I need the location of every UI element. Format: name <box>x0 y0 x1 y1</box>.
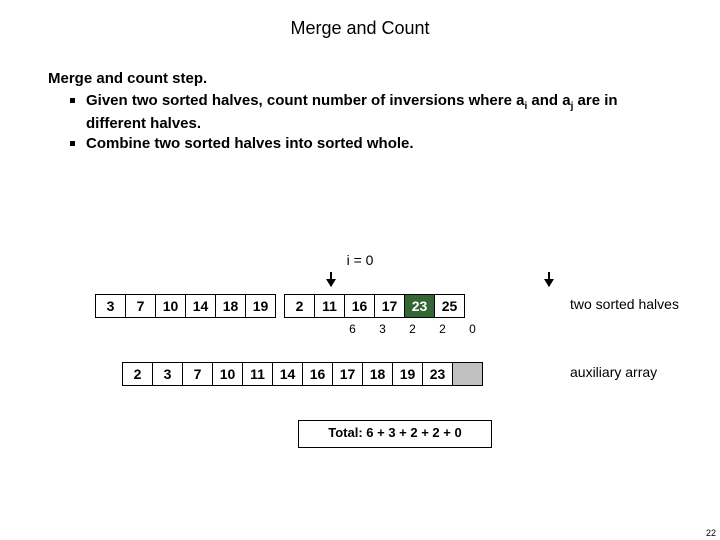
aux-cell: 10 <box>212 362 243 386</box>
bullet-1: Given two sorted halves, count number of… <box>70 91 680 134</box>
i-counter: i = 0 <box>0 252 720 268</box>
bullet-1-text-a: Given two sorted halves, count number of… <box>86 92 524 109</box>
halves-cell: 25 <box>434 294 465 318</box>
aux-cell: 23 <box>422 362 453 386</box>
count-cell: 6 <box>337 322 368 336</box>
halves-cell: 19 <box>245 294 276 318</box>
auxiliary-array-row: 2371011141617181923. <box>122 362 483 386</box>
page-number: 22 <box>706 528 716 538</box>
aux-cell: 11 <box>242 362 273 386</box>
count-cell: 3 <box>367 322 398 336</box>
aux-cell: 14 <box>272 362 303 386</box>
aux-cell: 19 <box>392 362 423 386</box>
aux-cell: 17 <box>332 362 363 386</box>
sorted-halves-row: 3710141819 21116172325 <box>95 294 465 318</box>
aux-cell: 7 <box>182 362 213 386</box>
arrow-left-pointer <box>330 272 332 286</box>
label-auxiliary: auxiliary array <box>570 364 657 380</box>
aux-cell: 3 <box>152 362 183 386</box>
halves-cell: 10 <box>155 294 186 318</box>
halves-cell: 14 <box>185 294 216 318</box>
arrow-right-pointer <box>548 272 550 286</box>
aux-cell: 2 <box>122 362 153 386</box>
aux-cell: 16 <box>302 362 333 386</box>
slide-title: Merge and Count <box>0 0 720 39</box>
label-sorted-halves: two sorted halves <box>570 296 679 312</box>
count-cell: 2 <box>427 322 458 336</box>
halves-cell: 2 <box>284 294 315 318</box>
halves-cell: 11 <box>314 294 345 318</box>
bullet-list: Given two sorted halves, count number of… <box>48 91 680 154</box>
halves-cell: 16 <box>344 294 375 318</box>
count-cell: 2 <box>397 322 428 336</box>
aux-cell-empty: . <box>452 362 483 386</box>
halves-cell: 17 <box>374 294 405 318</box>
halves-cell: 7 <box>125 294 156 318</box>
bullet-1-text-b: and a <box>527 92 570 109</box>
total-box: Total: 6 + 3 + 2 + 2 + 0 <box>298 420 492 448</box>
step-heading: Merge and count step. <box>48 69 680 89</box>
halves-cell: 18 <box>215 294 246 318</box>
aux-cell: 18 <box>362 362 393 386</box>
halves-cell: 3 <box>95 294 126 318</box>
halves-cell: 23 <box>404 294 435 318</box>
bullet-2: Combine two sorted halves into sorted wh… <box>70 134 680 154</box>
body-text: Merge and count step. Given two sorted h… <box>0 39 720 154</box>
inversion-counts-row: 63220 <box>338 322 488 336</box>
count-cell: 0 <box>457 322 488 336</box>
